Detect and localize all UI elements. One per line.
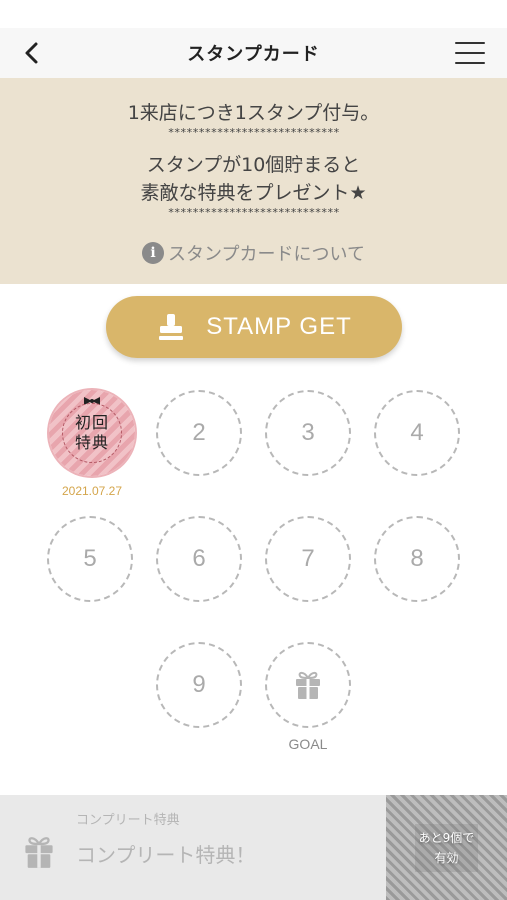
info-banner: 1来店につき1スタンプ付与。 *************************…	[0, 78, 507, 284]
stamp-icon	[159, 314, 184, 340]
about-label: スタンプカードについて	[168, 244, 365, 265]
back-button[interactable]	[14, 36, 48, 70]
first-stamp-text-2: 特典	[74, 433, 109, 452]
stamp-slot-5: 5	[47, 516, 133, 602]
app-header: スタンプカード	[0, 28, 507, 78]
reward-text-1: スタンプが10個貯まると	[146, 154, 361, 176]
info-icon: i	[142, 242, 165, 264]
page-title: スタンプカード	[187, 44, 320, 65]
stamp-slot-6: 6	[156, 516, 242, 602]
first-visit-stamp: 初回 特典	[49, 390, 135, 476]
stamp-get-label: STAMP GET	[206, 313, 352, 340]
stamp-slot-goal	[265, 642, 351, 728]
about-stamp-card-link[interactable]: i スタンプカードについて	[0, 240, 507, 266]
stamp-slot-4: 4	[374, 390, 460, 476]
goal-label: GOAL	[288, 736, 328, 752]
stamp-slot-8: 8	[374, 516, 460, 602]
divider-stars: ****************************	[167, 126, 340, 139]
stamp-slot-9: 9	[156, 642, 242, 728]
stamp-slot-2: 2	[156, 390, 242, 476]
divider-stars: ****************************	[167, 206, 340, 219]
status-bar	[0, 0, 507, 28]
hamburger-menu-icon	[455, 42, 485, 44]
first-stamp-text-1: 初回	[74, 413, 109, 432]
complete-reward-bar[interactable]: コンプリート特典 コンプリート特典！ あと9個で 有効	[0, 795, 507, 900]
complete-reward-title: コンプリート特典！	[76, 843, 256, 867]
complete-reward-sublabel: コンプリート特典	[76, 813, 180, 828]
remaining-count-text: あと9個で	[418, 830, 475, 845]
reward-text-2: 素敵な特典をプレゼント★	[140, 182, 367, 204]
gift-icon	[296, 671, 320, 699]
stamp-get-button[interactable]: STAMP GET	[106, 296, 402, 358]
menu-button[interactable]	[455, 40, 485, 66]
gift-icon	[25, 837, 53, 868]
stamp-slot-3: 3	[265, 390, 351, 476]
stamp-slot-7: 7	[265, 516, 351, 602]
reward-thumbnail: あと9個で 有効	[386, 795, 507, 900]
rule-text: 1来店につき1スタンプ付与。	[127, 102, 380, 124]
stamp-date: 2021.07.27	[61, 484, 123, 498]
chevron-left-icon	[25, 42, 38, 64]
remaining-valid-text: 有効	[434, 850, 459, 865]
